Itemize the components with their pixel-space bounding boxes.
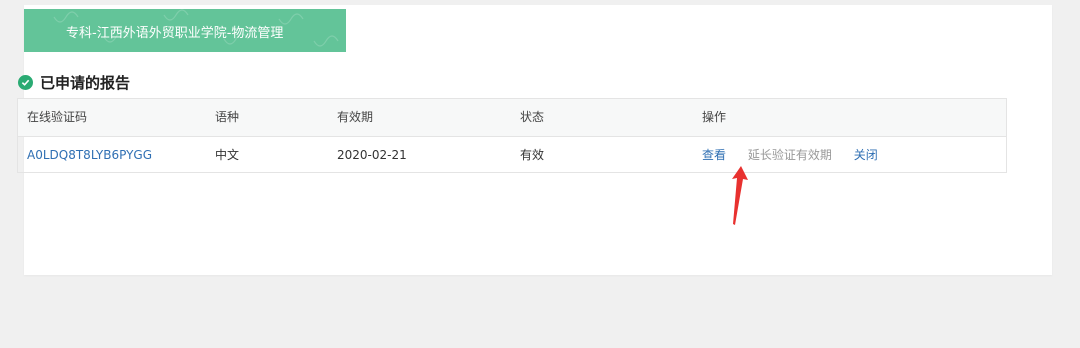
red-arrow-icon bbox=[732, 166, 748, 225]
table-header: 在线验证码 语种 有效期 状态 操作 bbox=[18, 99, 1006, 137]
check-circle-icon bbox=[18, 74, 33, 90]
view-button[interactable]: 查看 bbox=[702, 137, 726, 174]
section-header: 已申请的报告 bbox=[18, 72, 130, 92]
header-status: 状态 bbox=[520, 110, 545, 124]
reports-table: 在线验证码 语种 有效期 状态 操作 A0LDQ8T8LYB6PYGG 中文 2… bbox=[17, 98, 1007, 173]
status-cell: 有效 bbox=[520, 148, 545, 162]
header-expiry: 有效期 bbox=[337, 110, 374, 124]
language-cell: 中文 bbox=[215, 148, 240, 162]
degree-banner: 专科-江西外语外贸职业学院-物流管理 bbox=[24, 9, 346, 52]
section-title: 已申请的报告 bbox=[40, 73, 131, 92]
header-language: 语种 bbox=[215, 110, 240, 124]
expiry-cell: 2020-02-21 bbox=[337, 148, 407, 162]
header-code: 在线验证码 bbox=[27, 110, 88, 124]
extend-validity-button[interactable]: 延长验证有效期 bbox=[748, 137, 832, 174]
banner-text: 专科-江西外语外贸职业学院-物流管理 bbox=[66, 26, 284, 41]
verification-code-link[interactable]: A0LDQ8T8LYB6PYGG bbox=[27, 137, 152, 174]
table-row: A0LDQ8T8LYB6PYGG 中文 2020-02-21 有效 查看 延长验… bbox=[18, 137, 1006, 174]
close-button[interactable]: 关闭 bbox=[854, 137, 878, 174]
header-actions: 操作 bbox=[702, 110, 727, 124]
